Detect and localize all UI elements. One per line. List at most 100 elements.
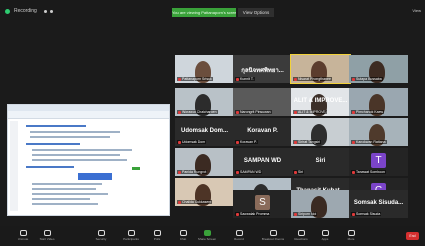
participant-tile[interactable]: Sirirat Tangsiri bbox=[291, 118, 350, 146]
participant-tile[interactable]: S Saowalak Promma bbox=[233, 190, 292, 218]
participant-name: Kanokwan Rattana bbox=[356, 140, 386, 144]
toolbar-label: Reactions bbox=[294, 237, 308, 241]
breakout-rooms-icon bbox=[269, 230, 277, 236]
shield-button[interactable]: Security bbox=[94, 230, 108, 242]
participant-tile[interactable]: Siriporn Noi bbox=[291, 190, 350, 218]
polls-button[interactable]: Polls bbox=[150, 230, 164, 242]
toolbar-label: Breakout Rooms bbox=[261, 237, 285, 241]
participant-name: Narongrit Pinsuwan bbox=[240, 110, 271, 114]
participant-display-name: Siri bbox=[315, 158, 326, 164]
view-toggle-button[interactable]: View bbox=[412, 8, 421, 13]
participant-name-caption: Sirirat Tangsiri bbox=[293, 140, 322, 144]
muted-mic-icon bbox=[236, 170, 239, 174]
participant-tile[interactable]: Worawut Chaicharoen bbox=[175, 88, 234, 116]
participant-name-caption: Udomsak Dom bbox=[177, 140, 207, 144]
view-options-button[interactable]: View Options bbox=[238, 8, 274, 17]
muted-mic-icon bbox=[352, 212, 355, 216]
participant-display-name: ALIT & IMPROVE... bbox=[293, 98, 348, 104]
muted-mic-icon bbox=[352, 140, 355, 144]
muted-mic-icon bbox=[236, 212, 239, 216]
participant-display-name: Koravan P. bbox=[247, 128, 278, 134]
participants-button[interactable]: Participants bbox=[123, 230, 139, 242]
muted-mic-icon bbox=[294, 110, 297, 114]
muted-mic-icon bbox=[352, 110, 355, 114]
muted-mic-icon bbox=[178, 110, 181, 114]
record-button[interactable]: Record bbox=[232, 230, 246, 242]
participant-name-caption: Saowalak Promma bbox=[235, 212, 271, 216]
participant-name: Nisarat Phongthanee bbox=[298, 77, 331, 81]
toolbar-label: Polls bbox=[153, 237, 161, 241]
participant-tile[interactable]: Kanokwan Rattana bbox=[349, 118, 408, 146]
muted-mic-icon bbox=[352, 170, 355, 174]
breakout-rooms-button[interactable]: Breakout Rooms bbox=[262, 230, 284, 242]
participant-name: Siriporn Noi bbox=[298, 212, 317, 216]
share-screen-button[interactable]: Share Screen bbox=[198, 230, 216, 242]
participant-tile[interactable]: Udomsak Dom... Udomsak Dom bbox=[175, 118, 234, 146]
recording-indicator[interactable]: Recording bbox=[5, 6, 53, 16]
muted-mic-icon bbox=[294, 77, 297, 81]
participant-avatar: S bbox=[255, 195, 270, 210]
participant-tile[interactable]: Nisarat Phongthanee bbox=[290, 54, 351, 84]
participant-name-caption: Panida Rungrot bbox=[177, 170, 208, 174]
more-button[interactable]: More bbox=[344, 230, 358, 242]
chat-icon bbox=[179, 230, 187, 236]
participant-tile[interactable]: Chalida Sukkasem bbox=[175, 178, 234, 206]
highlighted-selection bbox=[78, 173, 112, 180]
participant-name: Pimchanok Kaew bbox=[356, 110, 384, 114]
participant-name: Panida Rungrot bbox=[182, 170, 207, 174]
toolbar-label: Record bbox=[234, 237, 244, 241]
muted-mic-icon bbox=[236, 110, 239, 114]
shared-screen[interactable] bbox=[7, 104, 170, 216]
participant-name: Sutapa Bussaba bbox=[356, 77, 382, 81]
muted-mic-icon bbox=[178, 200, 181, 204]
participant-avatar: T bbox=[371, 153, 386, 168]
end-meeting-button[interactable]: End bbox=[406, 232, 419, 240]
recording-label: Recording bbox=[14, 8, 37, 14]
top-bar: Recording You are viewing Pattanaporn's … bbox=[0, 0, 425, 20]
participant-tile[interactable]: SAMPAN WD SAMPAN WD bbox=[233, 148, 292, 176]
participant-name: Saowalak Promma bbox=[240, 212, 270, 216]
participant-tile[interactable]: ALIT & IMPROVE... ALIT & IMPROVE bbox=[291, 88, 350, 116]
participant-name: Siri bbox=[298, 170, 304, 174]
participant-name-caption: Pattanaporn Srisuk bbox=[177, 77, 213, 81]
shield-icon bbox=[97, 230, 105, 236]
participant-tile[interactable]: กุลนิจทศพิทยา... Kunnit T. bbox=[233, 55, 292, 83]
mic-icon bbox=[19, 230, 27, 236]
participant-display-name: Somsak Sisuda... bbox=[353, 200, 404, 206]
participant-name-caption: Narongrit Pinsuwan bbox=[235, 110, 272, 114]
toolbar-label: Security bbox=[95, 237, 107, 241]
participant-tile[interactable]: Panida Rungrot bbox=[175, 148, 234, 176]
participant-tile[interactable]: Sutapa Bussaba bbox=[349, 55, 408, 83]
participant-tile[interactable]: Pattanaporn Srisuk bbox=[175, 55, 234, 83]
participant-tile[interactable]: Narongrit Pinsuwan bbox=[233, 88, 292, 116]
toolbar-label: Start Video bbox=[39, 237, 55, 241]
muted-mic-icon bbox=[294, 212, 297, 216]
participant-name: Koravan P. bbox=[240, 140, 257, 144]
mic-button[interactable]: Unmute bbox=[16, 230, 30, 242]
muted-mic-icon bbox=[236, 77, 239, 81]
video-icon bbox=[43, 230, 51, 236]
muted-mic-icon bbox=[352, 77, 355, 81]
video-button[interactable]: Start Video bbox=[40, 230, 54, 242]
screen-share-banner: You are viewing Pattanaporn's screen bbox=[172, 8, 236, 17]
reactions-button[interactable]: Reactions bbox=[294, 230, 308, 242]
participant-name-caption: Tanawat Somboon bbox=[351, 170, 386, 174]
participant-tile[interactable]: Siri Siri bbox=[291, 148, 350, 176]
toolbar-label: Participants bbox=[123, 237, 139, 241]
participant-name-caption: Somsak Sisuda bbox=[351, 212, 382, 216]
participant-name-caption: Siriporn Noi bbox=[293, 212, 318, 216]
recording-dot-icon bbox=[5, 8, 10, 14]
participant-tile[interactable]: Pimchanok Kaew bbox=[349, 88, 408, 116]
more-dots-icon[interactable] bbox=[43, 9, 53, 13]
participant-name: Sirirat Tangsiri bbox=[298, 140, 321, 144]
chat-button[interactable]: Chat bbox=[176, 230, 190, 242]
participant-name-caption: Nisarat Phongthanee bbox=[293, 77, 332, 81]
participant-tile[interactable]: T Tanawat Somboon bbox=[349, 148, 408, 176]
participant-tile[interactable]: Somsak Sisuda... Somsak Sisuda bbox=[349, 190, 408, 218]
bottom-toolbar: End Unmute Start Video Security Participant… bbox=[0, 226, 425, 246]
participant-tile[interactable]: Koravan P. Koravan P. bbox=[233, 118, 292, 146]
shared-window-toolbar bbox=[8, 111, 169, 119]
participant-name: Tanawat Somboon bbox=[356, 170, 385, 174]
apps-button[interactable]: Apps bbox=[318, 230, 332, 242]
participant-name: Pattanaporn Srisuk bbox=[182, 77, 212, 81]
